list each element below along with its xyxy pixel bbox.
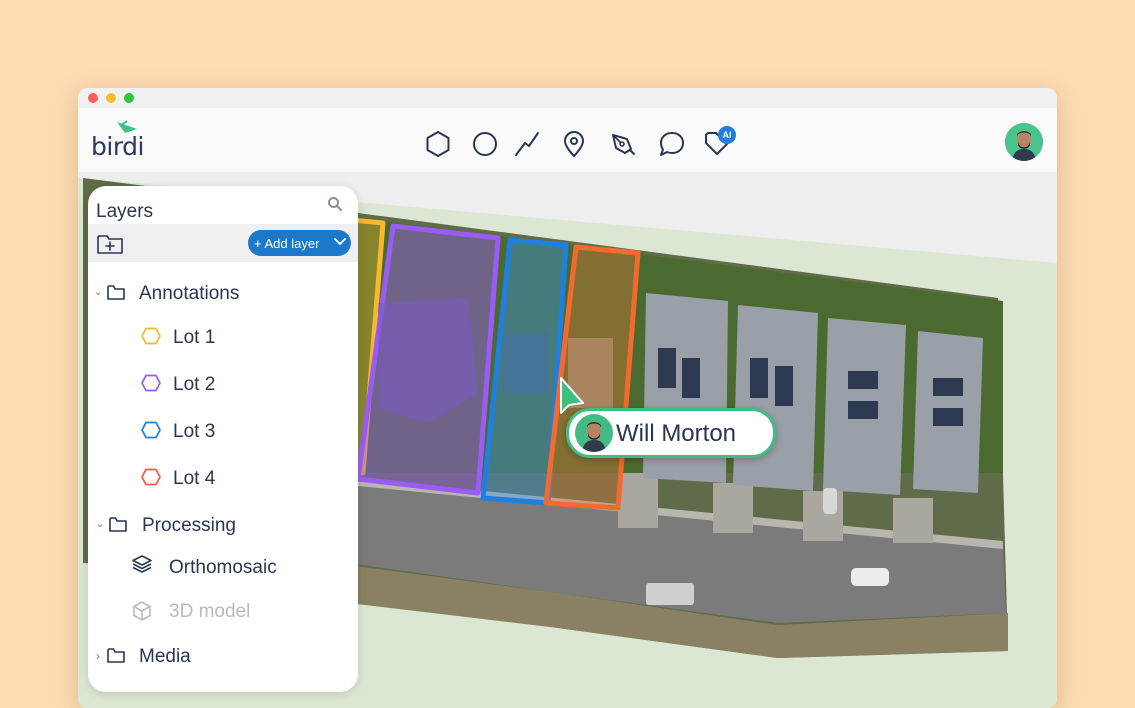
add-layer-label: + Add layer bbox=[254, 236, 320, 251]
collaborator-cursor-label: Will Morton bbox=[566, 408, 776, 458]
folder-icon bbox=[107, 648, 125, 663]
app-header: birdi AI bbox=[78, 108, 1057, 173]
pin-tool[interactable] bbox=[559, 129, 589, 159]
comment-icon bbox=[660, 132, 684, 156]
location-pin-icon bbox=[563, 131, 585, 158]
polygon-icon bbox=[141, 421, 161, 439]
circle-tool[interactable] bbox=[470, 129, 500, 159]
cube-icon bbox=[133, 601, 151, 621]
person-icon bbox=[1005, 123, 1043, 161]
layer-lot-4[interactable]: Lot 4 bbox=[173, 468, 215, 490]
close-window-button[interactable] bbox=[88, 93, 98, 103]
polygon-icon bbox=[426, 131, 450, 157]
collaborator-avatar bbox=[575, 414, 613, 452]
chevron-down-icon bbox=[334, 238, 346, 246]
pen-icon bbox=[612, 134, 635, 155]
layers-icon bbox=[132, 555, 152, 573]
processing-collapse-caret[interactable]: ⌄ bbox=[96, 519, 104, 530]
search-icon[interactable] bbox=[327, 196, 343, 212]
circle-icon bbox=[473, 132, 497, 156]
polygon-icon bbox=[141, 327, 161, 345]
brand-name: birdi bbox=[91, 132, 144, 161]
polygon-icon bbox=[141, 468, 161, 486]
line-icon bbox=[515, 132, 539, 156]
app-window: birdi AI Will Morton Layers + Add layer … bbox=[78, 88, 1057, 708]
polygon-icon bbox=[141, 374, 161, 392]
layer-3d-model: 3D model bbox=[169, 601, 251, 622]
zoom-window-button[interactable] bbox=[124, 93, 134, 103]
window-titlebar bbox=[78, 88, 1057, 109]
folder-processing[interactable]: Processing bbox=[142, 515, 236, 537]
add-layer-button[interactable]: + Add layer bbox=[248, 230, 351, 256]
folder-icon bbox=[109, 517, 127, 532]
ai-badge: AI bbox=[718, 126, 736, 144]
collaborator-name: Will Morton bbox=[616, 420, 737, 447]
layer-lot-3[interactable]: Lot 3 bbox=[173, 421, 215, 443]
polygon-tool[interactable] bbox=[423, 129, 453, 159]
new-folder-icon[interactable] bbox=[96, 232, 124, 256]
user-avatar[interactable] bbox=[1005, 123, 1043, 161]
layer-orthomosaic[interactable]: Orthomosaic bbox=[169, 557, 277, 579]
layers-panel: Layers + Add layer ⌄ Annotations Lot 1 L… bbox=[88, 186, 358, 692]
folder-icon bbox=[107, 285, 125, 300]
birdi-logo[interactable]: birdi bbox=[90, 118, 150, 161]
annotations-collapse-caret[interactable]: ⌄ bbox=[94, 287, 102, 298]
layer-lot-2[interactable]: Lot 2 bbox=[173, 374, 215, 396]
person-icon bbox=[582, 422, 606, 452]
layer-lot-1[interactable]: Lot 1 bbox=[173, 327, 215, 349]
pen-tool[interactable] bbox=[608, 129, 638, 159]
folder-annotations[interactable]: Annotations bbox=[139, 283, 239, 305]
folder-media[interactable]: Media bbox=[139, 646, 191, 668]
media-expand-caret[interactable]: › bbox=[96, 649, 100, 663]
line-tool[interactable] bbox=[512, 129, 542, 159]
comment-tool[interactable] bbox=[657, 129, 687, 159]
layers-toolbar: + Add layer bbox=[88, 224, 358, 262]
minimize-window-button[interactable] bbox=[106, 93, 116, 103]
layers-title: Layers bbox=[96, 201, 154, 222]
